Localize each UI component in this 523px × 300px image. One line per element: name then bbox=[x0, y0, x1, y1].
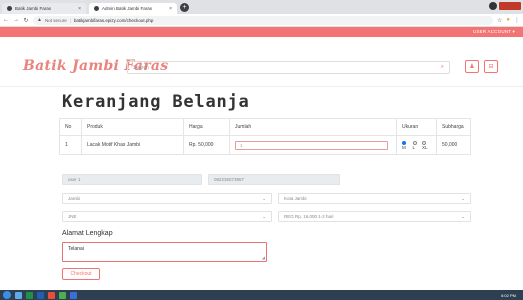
taskbar: 6:02 PM bbox=[0, 290, 523, 300]
tab-label: Admin Batik Jambi Faras bbox=[102, 6, 153, 11]
chrome-icon[interactable] bbox=[59, 291, 66, 299]
cell-harga: Rp. 50,000 bbox=[183, 135, 230, 155]
quantity-value: 1 bbox=[240, 142, 243, 148]
url-field[interactable]: ▲ Not secure | batikjambifaras.epizy.com… bbox=[33, 15, 493, 25]
user-icon: ♟ bbox=[469, 64, 475, 70]
column-header: Ukuran bbox=[396, 118, 437, 136]
top-nav: USER ACCOUNT ▾ bbox=[0, 27, 523, 37]
clock: 6:02 PM bbox=[501, 292, 516, 298]
explorer-icon[interactable] bbox=[15, 291, 22, 299]
column-header: Jumlah bbox=[229, 118, 397, 136]
size-radio-l[interactable]: L bbox=[412, 140, 419, 150]
close-icon[interactable]: × bbox=[169, 6, 172, 12]
phone-field: 082236073957 bbox=[208, 174, 340, 185]
table-row: 1 Lacak Motif Khas Jambi Rp. 50,000 1 M … bbox=[59, 135, 471, 155]
site-header: Batik Jambi Faras Search ⌕ ♟ ⊟ bbox=[0, 37, 523, 87]
page-title: Keranjang Belanja bbox=[62, 92, 250, 112]
warning-icon: ▲ bbox=[37, 17, 42, 23]
cart-button[interactable]: ⊟ bbox=[484, 60, 498, 73]
star-icon[interactable]: ☆ bbox=[497, 17, 502, 24]
tab-admin-batik-jambi-faras[interactable]: Admin Batik Jambi Faras × bbox=[89, 3, 177, 14]
browser-tab-bar: Batik Jambi Faras × Admin Batik Jambi Fa… bbox=[0, 0, 523, 14]
column-header: Subharga bbox=[436, 118, 471, 136]
address-value: Telanai bbox=[68, 246, 84, 252]
size-options: M L XL bbox=[402, 140, 431, 150]
favicon-icon bbox=[94, 6, 99, 11]
search-icon[interactable]: ⌕ bbox=[441, 64, 444, 71]
cell-produk: Lacak Motif Khas Jambi bbox=[81, 135, 184, 155]
menu-icon[interactable]: ⋮ bbox=[514, 17, 520, 24]
tab-label: Batik Jambi Faras bbox=[15, 6, 52, 11]
search-placeholder: Search bbox=[133, 64, 149, 71]
cell-subharga: 50,000 bbox=[436, 135, 471, 155]
name-field: user 1 bbox=[62, 174, 202, 185]
courier-select[interactable]: JNE ⌄ bbox=[62, 211, 272, 222]
forward-icon[interactable]: → bbox=[13, 17, 19, 23]
chevron-down-icon: ⌄ bbox=[461, 195, 465, 201]
address-bar: ← → ↻ ▲ Not secure | batikjambifaras.epi… bbox=[0, 14, 523, 27]
city-select[interactable]: Kota Jambi ⌄ bbox=[278, 193, 471, 204]
size-radio-m[interactable]: M bbox=[402, 140, 410, 150]
extension-icon[interactable]: ● bbox=[506, 17, 510, 23]
cart-table: No Produk Harga Jumlah Ukuran Subharga 1… bbox=[59, 118, 471, 155]
search-input[interactable]: Search ⌕ bbox=[127, 61, 450, 74]
cell-no: 1 bbox=[59, 135, 82, 155]
column-header: Produk bbox=[81, 118, 184, 136]
window-buttons[interactable] bbox=[499, 2, 521, 10]
start-icon[interactable] bbox=[3, 291, 11, 299]
app-icon[interactable] bbox=[48, 291, 55, 299]
favicon-icon bbox=[7, 6, 12, 11]
resize-handle-icon[interactable]: ◢ bbox=[262, 255, 265, 260]
not-secure-label: Not secure bbox=[44, 17, 67, 23]
chevron-down-icon: ⌄ bbox=[262, 195, 266, 201]
word-icon[interactable] bbox=[37, 291, 44, 299]
browser-icon[interactable] bbox=[70, 291, 77, 299]
reload-icon[interactable]: ↻ bbox=[23, 17, 29, 24]
chevron-down-icon: ⌄ bbox=[461, 213, 465, 219]
url-text: batikjambifaras.epizy.com/checkout.php bbox=[73, 17, 154, 23]
excel-icon[interactable] bbox=[26, 291, 33, 299]
close-icon[interactable]: × bbox=[78, 6, 81, 12]
chevron-down-icon: ⌄ bbox=[262, 213, 266, 219]
size-radio-xl[interactable]: XL bbox=[421, 140, 431, 150]
column-header: Harga bbox=[183, 118, 230, 136]
service-select[interactable]: REG Rp. 16,000 1-2 hari ⌄ bbox=[278, 211, 471, 222]
tab-batik-jambi-faras[interactable]: Batik Jambi Faras × bbox=[2, 3, 86, 14]
province-select[interactable]: Jambi ⌄ bbox=[62, 193, 272, 204]
column-header: No bbox=[59, 118, 82, 136]
address-label: Alamat Lengkap bbox=[62, 230, 113, 237]
back-icon[interactable]: ← bbox=[3, 17, 9, 23]
table-header-row: No Produk Harga Jumlah Ukuran Subharga bbox=[59, 118, 471, 136]
cart-icon: ⊟ bbox=[488, 64, 494, 70]
quantity-input[interactable]: 1 bbox=[235, 140, 388, 150]
new-tab-button[interactable]: + bbox=[180, 3, 189, 12]
checkout-button[interactable]: Checkout bbox=[62, 268, 100, 280]
profile-icon[interactable] bbox=[489, 2, 497, 10]
user-account-menu[interactable]: USER ACCOUNT ▾ bbox=[473, 29, 515, 35]
user-button[interactable]: ♟ bbox=[465, 60, 479, 73]
address-textarea[interactable]: Telanai ◢ bbox=[62, 242, 267, 262]
window-controls bbox=[489, 2, 521, 10]
